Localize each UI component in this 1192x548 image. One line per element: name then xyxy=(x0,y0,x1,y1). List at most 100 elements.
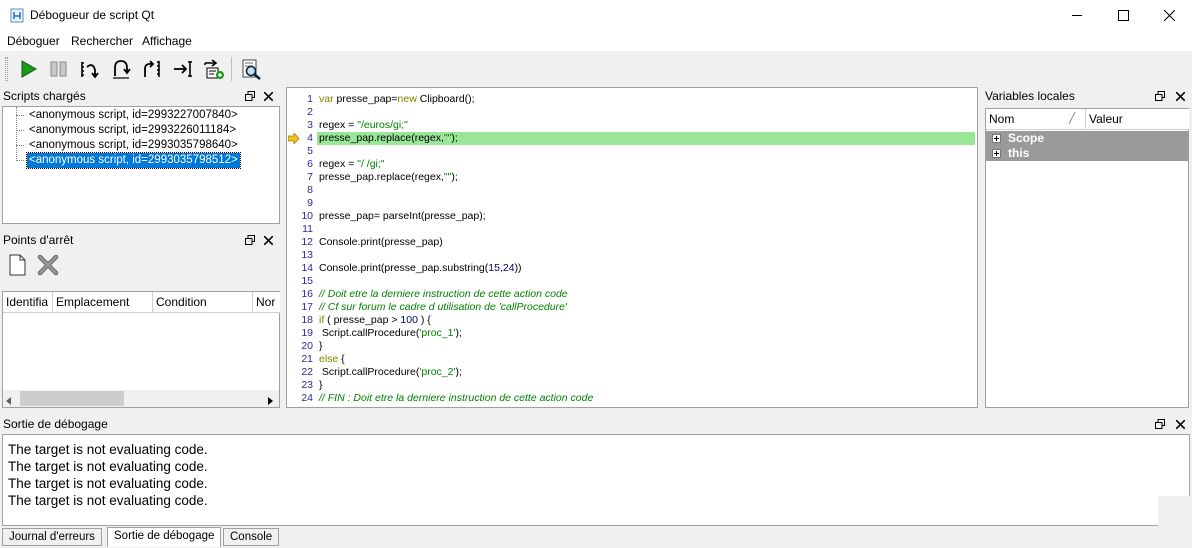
code-line: } xyxy=(319,379,323,391)
column-header-name[interactable]: Nor xyxy=(253,292,280,313)
scroll-right-icon[interactable] xyxy=(268,394,274,408)
run-to-cursor-button[interactable] xyxy=(171,57,195,81)
menu-search[interactable]: Rechercher xyxy=(71,34,133,48)
line-number[interactable]: 1 xyxy=(287,93,317,106)
tab-debug-output[interactable]: Sortie de débogage xyxy=(107,527,222,547)
column-header-value[interactable]: Valeur xyxy=(1086,109,1189,130)
line-number[interactable]: 16 xyxy=(287,288,317,301)
column-header-location[interactable]: Emplacement xyxy=(53,292,153,313)
code-line: presse_pap.replace(regex,""); xyxy=(319,132,458,144)
window-title: Débogueur de script Qt xyxy=(30,8,155,22)
line-number[interactable]: 20 xyxy=(287,340,317,353)
float-icon[interactable] xyxy=(243,89,257,103)
maximize-icon xyxy=(1117,10,1129,21)
float-icon[interactable] xyxy=(1153,417,1167,431)
line-number[interactable]: 24 xyxy=(287,392,317,405)
step-into-button[interactable] xyxy=(78,57,102,81)
tab-console[interactable]: Console xyxy=(223,528,280,546)
line-number[interactable]: 7 xyxy=(287,171,317,184)
column-header-condition[interactable]: Condition xyxy=(153,292,253,313)
line-number[interactable]: 17 xyxy=(287,301,317,314)
line-number[interactable]: 6 xyxy=(287,158,317,171)
close-button[interactable] xyxy=(1146,0,1192,31)
line-number[interactable]: 5 xyxy=(287,145,317,158)
maximize-button[interactable] xyxy=(1100,0,1146,31)
debug-output[interactable]: The target is not evaluating code. The t… xyxy=(2,434,1190,526)
tree-row-this[interactable]: this xyxy=(986,146,1189,161)
delete-icon xyxy=(37,254,59,276)
code-editor[interactable]: 1 2 3 4 5 6 7 8 9 10 11 12 13 14 15 16 17 18 19 20 21 22 23 24 … xyxy=(286,87,978,408)
line-number[interactable]: 11 xyxy=(287,223,317,236)
horizontal-scrollbar[interactable] xyxy=(3,390,279,407)
code-line: Console.print(presse_pap) xyxy=(319,236,443,248)
tab-error-log[interactable]: Journal d'erreurs xyxy=(2,528,102,546)
code-line: // Cf sur forum le cadre d utilisation d… xyxy=(319,301,567,313)
scrollbar-thumb[interactable] xyxy=(20,391,124,406)
size-grip[interactable] xyxy=(1158,496,1192,548)
column-header-id[interactable]: Identifia xyxy=(3,292,53,313)
new-breakpoint-button[interactable] xyxy=(7,254,29,278)
line-number[interactable]: 18 xyxy=(287,314,317,327)
tree-row-scope[interactable]: Scope xyxy=(986,131,1189,146)
code-line: // FIN : Doit etre la derniere instructi… xyxy=(319,392,594,404)
menu-bar: Déboguer Rechercher Affichage xyxy=(0,31,1192,51)
toolbar xyxy=(0,52,1192,86)
close-icon[interactable] xyxy=(1173,417,1187,431)
float-icon[interactable] xyxy=(243,233,257,247)
close-icon[interactable] xyxy=(261,89,275,103)
output-line: The target is not evaluating code. xyxy=(8,442,208,457)
menu-debug[interactable]: Déboguer xyxy=(7,34,60,48)
line-number[interactable]: 9 xyxy=(287,197,317,210)
expand-icon[interactable] xyxy=(992,149,1001,158)
delete-breakpoint-button[interactable] xyxy=(37,254,61,278)
line-number[interactable]: 10 xyxy=(287,210,317,223)
output-line: The target is not evaluating code. xyxy=(8,493,208,508)
menu-view[interactable]: Affichage xyxy=(142,34,192,48)
line-number[interactable]: 13 xyxy=(287,249,317,262)
line-number[interactable]: 14 xyxy=(287,262,317,275)
toolbar-separator xyxy=(231,57,232,81)
sort-indicator-icon xyxy=(1068,111,1076,127)
line-number[interactable]: 21 xyxy=(287,353,317,366)
line-number[interactable]: 15 xyxy=(287,275,317,288)
code-line: regex = "/euros/gi;" xyxy=(319,119,408,131)
float-icon[interactable] xyxy=(1153,89,1167,103)
toolbar-grip[interactable] xyxy=(5,57,8,81)
step-over-button[interactable] xyxy=(109,57,133,81)
line-number[interactable]: 8 xyxy=(287,184,317,197)
debug-panel-title: Sortie de débogage xyxy=(3,417,108,431)
line-number[interactable]: 22 xyxy=(287,366,317,379)
execution-arrow-icon xyxy=(288,133,300,144)
line-number[interactable]: 3 xyxy=(287,119,317,132)
step-into-icon xyxy=(81,62,99,79)
line-number[interactable]: 19 xyxy=(287,327,317,340)
script-item[interactable]: <anonymous script, id=2993226011184> xyxy=(27,123,238,138)
code-line: Script.callProcedure('proc_1'); xyxy=(319,327,462,339)
interrupt-button[interactable] xyxy=(47,57,71,81)
output-line: The target is not evaluating code. xyxy=(8,459,208,474)
close-icon[interactable] xyxy=(261,233,275,247)
continue-icon xyxy=(21,60,38,78)
script-item[interactable]: <anonymous script, id=2993035798640> xyxy=(27,138,240,153)
code-line: Console.print(presse_pap.substring(15,24… xyxy=(319,262,522,274)
find-in-script-button[interactable] xyxy=(239,57,263,81)
app-icon xyxy=(10,8,24,23)
output-line: The target is not evaluating code. xyxy=(8,476,208,491)
close-icon[interactable] xyxy=(1173,89,1187,103)
locals-tree: Nom Valeur Scope this xyxy=(985,108,1189,408)
line-number[interactable]: 2 xyxy=(287,106,317,119)
expand-icon[interactable] xyxy=(992,134,1001,143)
code-line: presse_pap= parseInt(presse_pap); xyxy=(319,210,486,222)
tree-row-label: this xyxy=(1008,146,1030,160)
minimize-button[interactable] xyxy=(1054,0,1100,31)
script-item-selected[interactable]: <anonymous script, id=2993035798512> xyxy=(26,152,241,169)
script-item[interactable]: <anonymous script, id=2993227007840> xyxy=(27,108,240,123)
breakpoints-table: Identifia Emplacement Condition Nor xyxy=(2,291,280,408)
scripts-list: <anonymous script, id=2993227007840> <an… xyxy=(2,106,280,224)
continue-button[interactable] xyxy=(16,57,40,81)
step-out-button[interactable] xyxy=(140,57,164,81)
line-number[interactable]: 12 xyxy=(287,236,317,249)
scroll-left-icon[interactable] xyxy=(6,394,12,408)
line-number[interactable]: 23 xyxy=(287,379,317,392)
run-to-new-script-button[interactable] xyxy=(202,57,226,81)
